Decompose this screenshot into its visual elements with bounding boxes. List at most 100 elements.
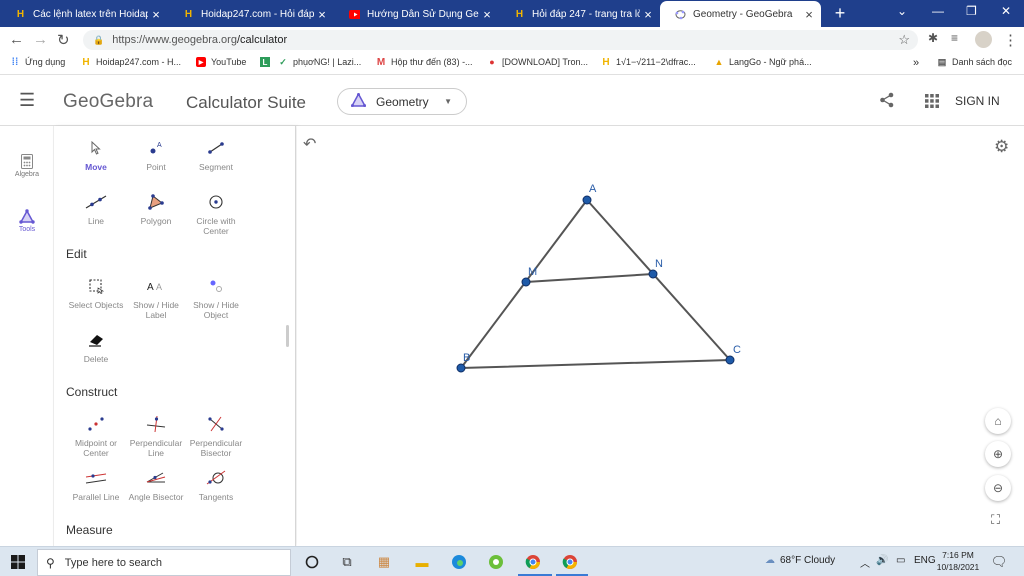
language-indicator[interactable]: ENG <box>914 555 936 566</box>
tool-angle-bisector[interactable]: Angle Bisector <box>124 468 188 502</box>
bookmark-item[interactable]: ● [DOWNLOAD] Tron... <box>487 57 588 67</box>
browser-tab-active[interactable]: Geometry - GeoGebra × <box>660 1 821 27</box>
weather-widget[interactable]: ☁ 68°F Cloudy <box>765 555 835 566</box>
bookmark-item[interactable]: ▲ LangGo - Ngữ phá... <box>714 57 812 67</box>
chrome-icon[interactable] <box>561 553 579 571</box>
close-icon[interactable]: × <box>801 7 817 22</box>
close-icon[interactable]: × <box>479 7 495 22</box>
app-selector-dropdown[interactable]: Geometry ▼ <box>337 88 467 115</box>
url-path: /calculator <box>236 34 288 46</box>
browser-tab[interactable]: H Hỏi đáp 247 - trang tra lời × <box>499 1 660 27</box>
segment-bc[interactable] <box>460 359 731 369</box>
close-icon[interactable]: × <box>314 7 330 22</box>
bookmark-item[interactable]: H 1√1−√211−2\dfrac... <box>601 57 695 68</box>
tool-delete[interactable]: Delete <box>64 330 128 364</box>
polygon-icon <box>124 192 188 212</box>
bookmark-item[interactable]: L <box>260 57 275 67</box>
sign-in-button[interactable]: SIGN IN <box>955 94 1000 108</box>
bookmark-item[interactable]: M Hộp thư đến (83) -... <box>376 57 473 68</box>
hoidap-icon: H <box>82 56 90 68</box>
reading-icon[interactable]: ≡ <box>951 31 958 45</box>
tool-segment[interactable]: Segment <box>184 138 248 172</box>
browser-tab[interactable]: H Các lệnh latex trên Hoidap247 × <box>0 1 168 27</box>
fullscreen-icon[interactable]: ⛶ <box>991 512 1000 528</box>
app-icon[interactable] <box>487 553 505 571</box>
bookmark-item[interactable]: ▶ YouTube <box>196 57 246 67</box>
browser-tab[interactable]: H Hoidap247.com - Hỏi đáp bà × <box>168 1 334 27</box>
lazi-icon: ✓ <box>279 56 287 67</box>
hamburger-menu-icon[interactable]: ☰ <box>19 90 35 111</box>
show-hide-object-icon <box>184 276 248 296</box>
tool-tangents[interactable]: Tangents <box>184 468 248 502</box>
bookmark-item[interactable]: ✓ phụơNG! | Lazi... <box>278 56 361 68</box>
apps-grid-icon[interactable] <box>925 94 939 111</box>
close-icon[interactable]: × <box>640 7 656 22</box>
tool-parallel-line[interactable]: Parallel Line <box>64 468 128 502</box>
taskbar-clock[interactable]: 7:16 PM 10/18/2021 <box>936 549 980 573</box>
tab-search-icon[interactable]: ⌄ <box>897 4 907 18</box>
avatar[interactable] <box>975 31 992 48</box>
point-a[interactable] <box>582 195 592 205</box>
bookmarks-overflow-icon[interactable]: » <box>913 57 919 69</box>
volume-icon[interactable]: 🔊 <box>876 555 888 566</box>
back-icon[interactable]: ← <box>9 31 24 48</box>
paint-app-icon[interactable]: ▦ <box>375 553 393 571</box>
notification-icon[interactable]: 🗨 <box>990 553 1008 571</box>
tray-chevron-icon[interactable]: ︿ <box>860 555 870 570</box>
menu-icon[interactable]: ⋮ <box>1003 31 1018 49</box>
tools-scrollbar[interactable] <box>286 325 289 347</box>
tool-select-objects[interactable]: Select Objects <box>64 276 128 310</box>
forward-icon[interactable]: → <box>33 31 48 48</box>
browser-tab[interactable]: Hướng Dẫn Sử Dụng GeoGe × <box>334 1 499 27</box>
task-view-icon[interactable]: ⧉ <box>338 553 356 571</box>
segment-ac[interactable] <box>586 199 731 361</box>
bookmarks-bar: ⁞⁞ Ứng dụng H Hoidap247.com - H... ▶ YouTub… <box>0 53 1024 75</box>
extensions-icon[interactable]: ✱ <box>928 31 938 45</box>
taskbar-search-box[interactable]: ⚲ Type here to search <box>37 549 291 576</box>
windows-start-icon[interactable] <box>9 553 27 571</box>
tool-show-hide-label[interactable]: AA Show / Hide Label <box>124 276 188 320</box>
nav-algebra[interactable]: Algebra <box>0 154 54 178</box>
tool-perpendicular-line[interactable]: Perpendicular Line <box>124 414 188 458</box>
zoom-in-button[interactable]: ⊕ <box>985 441 1011 467</box>
file-explorer-icon[interactable]: ▬ <box>413 553 431 571</box>
window-close-icon[interactable]: ✕ <box>1001 4 1011 18</box>
graphics-canvas[interactable]: ↶ ⚙ A M N B C <box>297 126 1024 546</box>
geogebra-logo[interactable]: GeoGebra <box>63 91 153 113</box>
point-m[interactable] <box>521 277 531 287</box>
star-icon[interactable]: ☆ <box>898 32 910 48</box>
tool-label: Circle with Center <box>196 216 236 236</box>
tool-label: Parallel Line <box>72 492 120 502</box>
cortana-icon[interactable] <box>303 553 321 571</box>
tool-perpendicular-bisector[interactable]: Perpendicular Bisector <box>184 414 248 458</box>
bookmark-item[interactable]: H Hoidap247.com - H... <box>81 56 181 68</box>
tool-polygon[interactable]: Polygon <box>124 192 188 226</box>
zoom-out-button[interactable]: ⊖ <box>985 475 1011 501</box>
new-tab-icon[interactable]: + <box>831 3 849 24</box>
bookmark-item[interactable]: ⁞⁞ Ứng dụng <box>10 57 66 68</box>
share-icon[interactable] <box>879 92 895 112</box>
url-bar[interactable]: 🔒 https://www.geogebra.org/calculator ☆ <box>83 30 918 50</box>
tool-move[interactable]: Move <box>64 138 128 172</box>
bookmark-item[interactable]: ▤ Danh sách đọc <box>937 57 1012 68</box>
tool-midpoint[interactable]: Midpoint or Center <box>64 414 128 458</box>
point-b[interactable] <box>456 363 466 373</box>
home-view-button[interactable]: ⌂ <box>985 408 1011 434</box>
nav-tools[interactable]: Tools <box>0 209 54 233</box>
tool-show-hide-object[interactable]: Show / Hide Object <box>184 276 248 320</box>
point-c[interactable] <box>725 355 735 365</box>
edge-icon[interactable] <box>450 553 468 571</box>
tool-point[interactable]: A Point <box>124 138 188 172</box>
point-n[interactable] <box>648 269 658 279</box>
minimize-icon[interactable]: — <box>932 4 944 18</box>
restore-icon[interactable]: ❐ <box>966 4 977 18</box>
geogebra-header: ☰ GeoGebra Calculator Suite Geometry ▼ S… <box>0 76 1024 126</box>
chrome-icon[interactable] <box>524 553 542 571</box>
battery-icon[interactable]: ▭ <box>896 555 905 566</box>
close-icon[interactable]: × <box>148 7 164 22</box>
segment-mn[interactable] <box>525 273 654 283</box>
tool-circle-with-center[interactable]: Circle with Center <box>184 192 248 236</box>
hoidap-icon: H <box>515 8 524 20</box>
reload-icon[interactable]: ↻ <box>57 31 70 49</box>
tool-line[interactable]: Line <box>64 192 128 226</box>
